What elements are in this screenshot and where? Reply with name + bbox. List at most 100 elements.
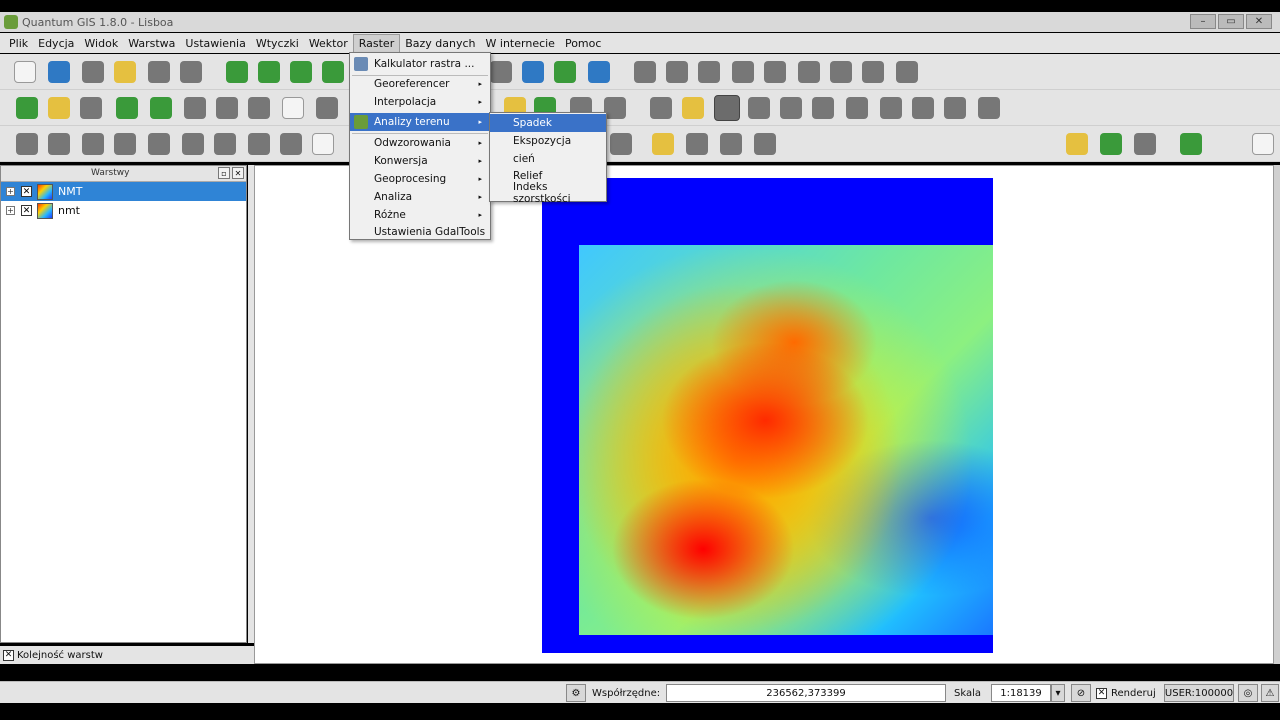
menu-edycja[interactable]: Edycja xyxy=(33,35,79,52)
menu-bazy-danych[interactable]: Bazy danych xyxy=(400,35,480,52)
identify-icon[interactable] xyxy=(280,133,302,155)
select-icon[interactable] xyxy=(82,133,104,155)
python-plugin-icon[interactable] xyxy=(1100,133,1122,155)
new-shapefile-icon[interactable] xyxy=(554,61,576,83)
submenu-item-indeks-szorstkosci[interactable]: Indeks szorstkości xyxy=(490,181,606,205)
menu-item-kalkulator-rastra[interactable]: Kalkulator rastra ... xyxy=(350,55,490,73)
menu-w-internecie[interactable]: W internecie xyxy=(481,35,560,52)
layer-order-checkbox[interactable]: ✕ xyxy=(3,649,14,661)
select-polygon-icon[interactable] xyxy=(148,133,170,155)
expand-icon[interactable]: + xyxy=(6,206,15,215)
float-panel-button[interactable]: ▫ xyxy=(218,167,230,179)
cut-features-icon[interactable] xyxy=(830,61,852,83)
zoom-next-icon[interactable] xyxy=(944,97,966,119)
toggle-editing-icon[interactable] xyxy=(634,61,656,83)
text-annotation-icon[interactable] xyxy=(754,133,776,155)
add-ring-icon[interactable] xyxy=(150,97,172,119)
pan-icon[interactable] xyxy=(650,97,672,119)
save-edits-icon[interactable] xyxy=(666,61,688,83)
render-checkbox[interactable]: ✕ xyxy=(1096,687,1107,699)
menu-ustawienia[interactable]: Ustawienia xyxy=(180,35,250,52)
pan-to-selection-icon[interactable] xyxy=(682,97,704,119)
progress-icon[interactable]: ⚙ xyxy=(566,684,586,702)
submenu-item-cien[interactable]: cień xyxy=(490,150,606,168)
zoom-native-icon[interactable] xyxy=(880,97,902,119)
menu-wektor[interactable]: Wektor xyxy=(304,35,353,52)
submenu-item-ekspozycja[interactable]: Ekspozycja xyxy=(490,132,606,150)
layer-visibility-checkbox[interactable]: ✕ xyxy=(21,186,32,197)
save-as-icon[interactable] xyxy=(114,61,136,83)
move-feature-icon[interactable] xyxy=(732,61,754,83)
warning-icon[interactable]: ⚠ xyxy=(1261,684,1279,702)
select-rectangle-icon[interactable] xyxy=(114,133,136,155)
attribute-table-icon[interactable] xyxy=(610,133,632,155)
menu-item-rozne[interactable]: Różne ▸ xyxy=(350,206,490,224)
undo-icon[interactable] xyxy=(16,133,38,155)
split-features-icon[interactable] xyxy=(316,97,338,119)
scale-field[interactable]: 1:18139 xyxy=(991,684,1051,702)
remove-layer-icon[interactable] xyxy=(588,61,610,83)
new-bookmark-icon[interactable] xyxy=(686,133,708,155)
zoom-last-icon[interactable] xyxy=(912,97,934,119)
refresh-icon[interactable] xyxy=(978,97,1000,119)
delete-selected-icon[interactable] xyxy=(798,61,820,83)
menu-raster[interactable]: Raster xyxy=(352,33,401,53)
add-wms-layer-icon[interactable] xyxy=(490,61,512,83)
copy-features-icon[interactable] xyxy=(862,61,884,83)
menu-item-ustawienia-gdaltools[interactable]: Ustawienia GdalTools xyxy=(350,223,490,241)
map-tips-icon[interactable] xyxy=(652,133,674,155)
redo-icon[interactable] xyxy=(48,133,70,155)
add-spatialite-layer-icon[interactable] xyxy=(322,61,344,83)
show-bookmarks-icon[interactable] xyxy=(720,133,742,155)
add-vector-layer-icon[interactable] xyxy=(226,61,248,83)
menu-item-geoprocesing[interactable]: Geoprocesing ▸ xyxy=(350,170,490,188)
new-star-icon[interactable] xyxy=(48,97,70,119)
scale-dropdown-icon[interactable]: ▾ xyxy=(1051,684,1065,702)
print-icon[interactable] xyxy=(180,61,202,83)
layer-visibility-checkbox[interactable]: ✕ xyxy=(21,205,32,216)
menu-item-analiza[interactable]: Analiza ▸ xyxy=(350,188,490,206)
crs-button[interactable]: USER:100000 xyxy=(1164,684,1234,702)
menu-item-interpolacja[interactable]: Interpolacja ▸ xyxy=(350,93,490,111)
zoom-full-icon[interactable] xyxy=(780,97,802,119)
layer-tool-icon[interactable] xyxy=(80,97,102,119)
menu-plik[interactable]: Plik xyxy=(4,35,33,52)
stop-render-icon[interactable]: ⊘ xyxy=(1071,684,1091,702)
reshape-icon[interactable] xyxy=(282,97,304,119)
layer-item-nmt-lower[interactable]: + ✕ nmt xyxy=(1,201,246,220)
crs-globe-icon[interactable]: ◎ xyxy=(1238,684,1258,702)
open-project-icon[interactable] xyxy=(48,61,70,83)
menu-wtyczki[interactable]: Wtyczki xyxy=(251,35,304,52)
coordinates-field[interactable]: 236562,373399 xyxy=(666,684,946,702)
measure-icon[interactable] xyxy=(312,133,334,155)
layer-order-toggle[interactable]: ✕ Kolejność warstw xyxy=(0,646,254,664)
right-scrollbar[interactable] xyxy=(1274,165,1280,664)
new-project-icon[interactable] xyxy=(14,61,36,83)
close-panel-button[interactable]: ✕ xyxy=(232,167,244,179)
minimize-button[interactable]: – xyxy=(1190,14,1216,29)
menu-pomoc[interactable]: Pomoc xyxy=(560,35,606,52)
deselect-icon[interactable] xyxy=(248,133,270,155)
advanced-digitize-icon[interactable] xyxy=(116,97,138,119)
maximize-button[interactable]: ▭ xyxy=(1218,14,1244,29)
zoom-selection-icon[interactable] xyxy=(812,97,834,119)
simplify-icon[interactable] xyxy=(604,97,626,119)
select-freehand-icon[interactable] xyxy=(182,133,204,155)
add-part-icon[interactable] xyxy=(184,97,206,119)
menu-item-odwzorowania[interactable]: Odwzorowania ▸ xyxy=(350,134,490,152)
layer-item-nmt-upper[interactable]: + ✕ NMT xyxy=(1,182,246,201)
menu-item-georeferencer[interactable]: Georeferencer ▸ xyxy=(350,75,490,93)
digitize-icon[interactable] xyxy=(16,97,38,119)
expand-icon[interactable]: + xyxy=(6,187,15,196)
grass-icon[interactable] xyxy=(1180,133,1202,155)
node-tool-icon[interactable] xyxy=(764,61,786,83)
delete-ring-icon[interactable] xyxy=(216,97,238,119)
add-postgis-layer-icon[interactable] xyxy=(290,61,312,83)
menu-widok[interactable]: Widok xyxy=(79,35,123,52)
d2-plugin-icon[interactable] xyxy=(1066,133,1088,155)
zoom-out-icon[interactable] xyxy=(748,97,770,119)
help-context-icon[interactable] xyxy=(1252,133,1274,155)
add-feature-icon[interactable] xyxy=(698,61,720,83)
submenu-item-spadek[interactable]: Spadek xyxy=(490,114,606,132)
menu-warstwa[interactable]: Warstwa xyxy=(123,35,180,52)
